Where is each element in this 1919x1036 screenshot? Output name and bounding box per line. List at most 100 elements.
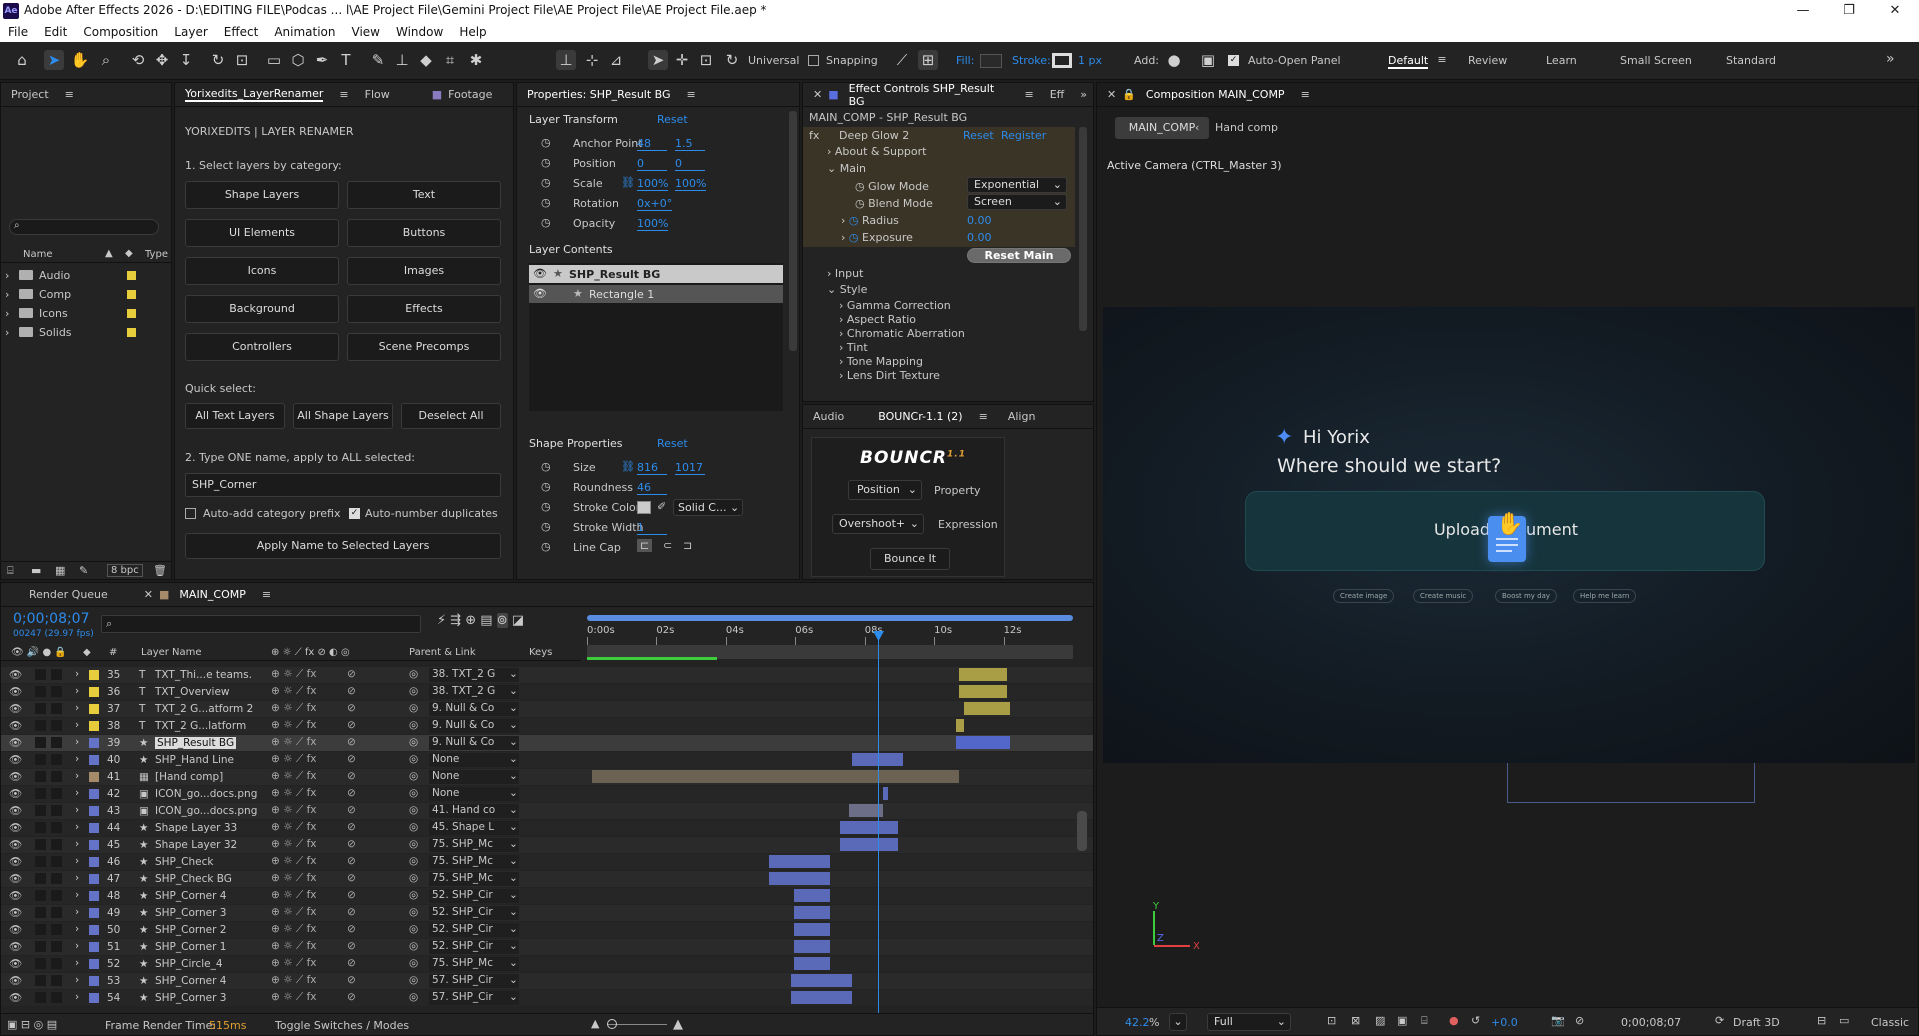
- reset-exposure-icon[interactable]: ↺: [1471, 1014, 1480, 1027]
- lock-switch[interactable]: [51, 856, 62, 867]
- solo-switch[interactable]: [35, 822, 46, 833]
- solo-switch[interactable]: [35, 771, 46, 782]
- motion-blur-icon[interactable]: ⊘: [347, 787, 356, 799]
- chevron-right-icon[interactable]: ›: [5, 288, 9, 301]
- eye-icon[interactable]: 👁: [9, 702, 22, 715]
- pick-whip-icon[interactable]: ◎: [409, 753, 418, 765]
- auto-open-checkbox[interactable]: ✓: [1228, 55, 1239, 66]
- stopwatch-icon[interactable]: ◷: [541, 500, 551, 513]
- hand-tool-icon[interactable]: ✋: [70, 50, 90, 70]
- layer-duration-bar[interactable]: [769, 872, 830, 885]
- contents-row-rectangle-1[interactable]: 👁 ★ Rectangle 1: [529, 285, 783, 303]
- bounce-it-button[interactable]: Bounce It: [870, 548, 950, 570]
- layer-switches-icons[interactable]: ⊕ ☼ ⟋ fx: [271, 974, 316, 987]
- layer-name[interactable]: SHP_Check: [155, 856, 213, 868]
- chevron-down-icon[interactable]: ⌄: [509, 821, 518, 833]
- motion-blur-icon[interactable]: ⊘: [347, 838, 356, 850]
- pick-whip-icon[interactable]: ◎: [409, 906, 418, 918]
- label-color[interactable]: [89, 857, 99, 867]
- lock-switch[interactable]: [51, 669, 62, 680]
- layer-switches-icons[interactable]: ⊕ ☼ ⟋ fx: [271, 855, 316, 868]
- layer-name[interactable]: SHP_Corner 1: [155, 941, 226, 953]
- zoom-slider-handle[interactable]: [607, 1019, 617, 1029]
- layer-duration-bar[interactable]: [958, 685, 1008, 698]
- panel-menu-icon[interactable]: ≡: [979, 410, 988, 423]
- style-item-gamma-correction[interactable]: › Gamma Correction: [839, 299, 951, 312]
- solo-switch[interactable]: [35, 856, 46, 867]
- layer-duration-bar[interactable]: [883, 787, 889, 800]
- move-mode-icon[interactable]: ✛: [672, 50, 692, 70]
- draft-3d-icon[interactable]: ⟳: [1715, 1014, 1724, 1027]
- deselect-all-button[interactable]: Deselect All: [401, 403, 501, 429]
- chevron-right-icon[interactable]: ›: [75, 736, 79, 748]
- chevron-right-icon[interactable]: ›: [5, 326, 9, 339]
- solo-switch[interactable]: [35, 924, 46, 935]
- layer-name[interactable]: Shape Layer 33: [155, 822, 237, 834]
- layer-row-53[interactable]: 👁 › 53 ★ SHP_Corner 4 ⊕ ☼ ⟋ fx ⊘ ◎ 57. S…: [1, 973, 1093, 989]
- eraser-tool-icon[interactable]: ◆: [416, 50, 436, 70]
- eye-icon[interactable]: 👁: [9, 804, 22, 817]
- orbit-camera-icon[interactable]: ⟲: [128, 50, 148, 70]
- label-color[interactable]: [89, 738, 99, 748]
- layer-duration-bar[interactable]: [793, 923, 830, 936]
- render-queue-tab[interactable]: Render Queue: [29, 588, 108, 601]
- chevron-right-icon[interactable]: ›: [75, 838, 79, 850]
- label-color[interactable]: [89, 891, 99, 901]
- prop-value-2[interactable]: 1.5: [675, 137, 705, 151]
- exposure-value[interactable]: 0.00: [967, 231, 992, 244]
- solo-switch[interactable]: [35, 686, 46, 697]
- world-axis-icon[interactable]: ⊹: [582, 50, 602, 70]
- chevron-right-icon[interactable]: ›: [75, 889, 79, 901]
- chevron-right-icon[interactable]: ›: [5, 307, 9, 320]
- style-item-tone-mapping[interactable]: › Tone Mapping: [839, 355, 923, 368]
- composition-tab[interactable]: Composition MAIN_COMP: [1146, 88, 1285, 101]
- lock-switch[interactable]: [51, 941, 62, 952]
- parent-dropdown[interactable]: 52. SHP_Cir: [429, 889, 519, 903]
- parent-dropdown[interactable]: 38. TXT_2 G: [429, 668, 519, 682]
- prop-value-2[interactable]: 100%: [675, 177, 707, 191]
- col-name[interactable]: Name: [23, 249, 53, 260]
- chevron-down-icon[interactable]: ⌄: [509, 838, 518, 850]
- solo-switch[interactable]: [35, 890, 46, 901]
- eye-icon[interactable]: 👁: [9, 668, 22, 681]
- chevron-down-icon[interactable]: ⌄: [509, 736, 518, 748]
- chevron-down-icon[interactable]: ⌄: [509, 855, 518, 867]
- label-color[interactable]: [89, 721, 99, 731]
- lock-switch[interactable]: [51, 873, 62, 884]
- timeline-search-input[interactable]: ⌕: [101, 615, 421, 633]
- universal-label[interactable]: Universal: [748, 54, 799, 67]
- lock-switch[interactable]: [51, 924, 62, 935]
- solo-switch[interactable]: [35, 907, 46, 918]
- pick-whip-icon[interactable]: ◎: [409, 889, 418, 901]
- menu-animation[interactable]: Animation: [274, 22, 335, 42]
- classic-label[interactable]: Classic: [1871, 1016, 1909, 1029]
- category-button-shape-layers[interactable]: Shape Layers: [185, 181, 339, 209]
- layer-name[interactable]: SHP_Corner 4: [155, 975, 226, 987]
- layer-switches-icons[interactable]: ⊕ ☼ ⟋ fx: [271, 906, 316, 919]
- motion-blur-icon[interactable]: ⊘: [347, 957, 356, 969]
- layer-name[interactable]: TXT_Overview: [155, 686, 230, 698]
- eye-icon[interactable]: 👁: [9, 719, 22, 732]
- renamer-tab[interactable]: Yorixedits_LayerRenamer: [185, 87, 324, 102]
- chevron-right-icon[interactable]: ›: [75, 855, 79, 867]
- motion-blur-icon[interactable]: ⊘: [347, 736, 356, 748]
- selection-tool-icon[interactable]: ➤: [44, 50, 64, 70]
- effect-controls-tab[interactable]: Effect Controls SHP_Result BG: [849, 83, 1009, 108]
- layer-row-54[interactable]: 👁 › 54 ★ SHP_Corner 3 ⊕ ☼ ⟋ fx ⊘ ◎ 57. S…: [1, 990, 1093, 1006]
- home-icon[interactable]: ⌂: [12, 50, 32, 70]
- prop-value-1[interactable]: 0x+0°: [637, 197, 673, 211]
- comp-viewer-canvas[interactable]: ✦ Hi Yorix Where should we start? Upload…: [1103, 307, 1915, 763]
- select-mode-icon[interactable]: ➤: [648, 50, 668, 70]
- eye-icon[interactable]: 👁: [9, 974, 22, 987]
- upload-document-card[interactable]: Upload Document ✋: [1245, 491, 1765, 571]
- layer-switches-icons[interactable]: ⊕ ☼ ⟋ fx: [271, 821, 316, 834]
- motion-blur-icon[interactable]: ⊘: [347, 940, 356, 952]
- layer-name-input[interactable]: SHP_Corner: [185, 473, 501, 497]
- timeline-scrollbar[interactable]: [1077, 811, 1087, 851]
- puppet-pin-icon[interactable]: ✱: [466, 50, 486, 70]
- stopwatch-icon[interactable]: ◷: [541, 156, 551, 169]
- pick-whip-icon[interactable]: ◎: [409, 736, 418, 748]
- layer-switches-icons[interactable]: ⊕ ☼ ⟋ fx: [271, 702, 316, 715]
- close-button[interactable]: ✕: [1872, 1, 1918, 21]
- workspace-standard[interactable]: Standard: [1726, 54, 1776, 67]
